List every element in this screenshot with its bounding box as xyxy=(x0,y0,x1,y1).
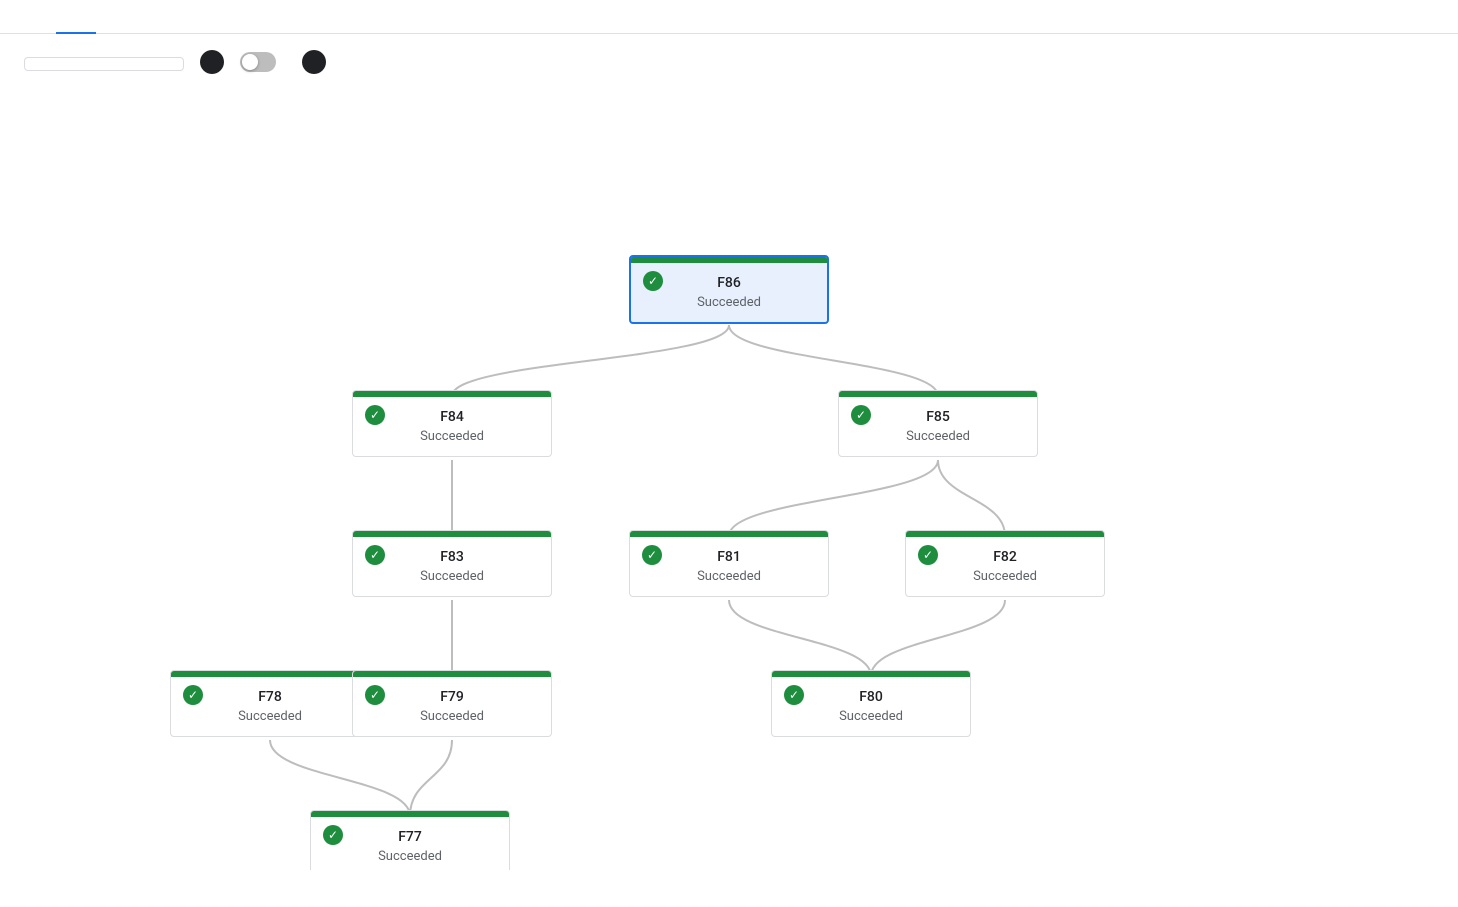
node-status: Succeeded xyxy=(839,709,903,724)
connector-F85-F81 xyxy=(729,460,938,536)
node-body: ✓ F84 Succeeded xyxy=(353,397,551,456)
connectors-svg xyxy=(0,90,1458,870)
connector-F79-F77 xyxy=(410,740,452,816)
node-status: Succeeded xyxy=(420,429,484,444)
success-icon: ✓ xyxy=(365,405,385,425)
node-body: ✓ F83 Succeeded xyxy=(353,537,551,596)
toolbar xyxy=(0,34,1458,90)
node-f78[interactable]: ✓ F78 Succeeded xyxy=(170,670,370,737)
node-title: F83 xyxy=(440,549,464,565)
connector-F85-F82 xyxy=(938,460,1005,536)
node-body: ✓ F80 Succeeded xyxy=(772,677,970,736)
tab-execution-details[interactable] xyxy=(56,0,96,34)
node-body: ✓ F85 Succeeded xyxy=(839,397,1037,456)
node-f81[interactable]: ✓ F81 Succeeded xyxy=(629,530,829,597)
node-f85[interactable]: ✓ F85 Succeeded xyxy=(838,390,1038,457)
graph-view-select[interactable] xyxy=(24,57,184,71)
node-title: F86 xyxy=(717,275,741,291)
success-icon: ✓ xyxy=(183,685,203,705)
connector-F86-F84 xyxy=(452,325,729,396)
node-body: ✓ F82 Succeeded xyxy=(906,537,1104,596)
node-status: Succeeded xyxy=(697,295,761,310)
connector-F78-F77 xyxy=(270,740,410,816)
node-title: F80 xyxy=(859,689,883,705)
node-f86[interactable]: ✓ F86 Succeeded xyxy=(629,255,829,324)
success-icon: ✓ xyxy=(365,545,385,565)
node-f79[interactable]: ✓ F79 Succeeded xyxy=(352,670,552,737)
node-title: F84 xyxy=(440,409,464,425)
connector-F86-F85 xyxy=(729,325,938,396)
success-icon: ✓ xyxy=(365,685,385,705)
node-body: ✓ F77 Succeeded xyxy=(311,817,509,870)
node-status: Succeeded xyxy=(973,569,1037,584)
node-status: Succeeded xyxy=(906,429,970,444)
critical-path-group xyxy=(240,52,286,72)
graph-area: ✓ F86 Succeeded ✓ F84 Succeeded ✓ F85 Su… xyxy=(0,90,1458,870)
tab-job-metrics[interactable] xyxy=(96,0,136,34)
success-icon: ✓ xyxy=(643,271,663,291)
node-body: ✓ F78 Succeeded xyxy=(171,677,369,736)
node-title: F77 xyxy=(398,829,422,845)
success-icon: ✓ xyxy=(918,545,938,565)
critical-path-help-icon[interactable] xyxy=(302,50,326,74)
critical-path-toggle[interactable] xyxy=(240,52,276,72)
connector-F82-F80 xyxy=(871,600,1005,676)
node-f80[interactable]: ✓ F80 Succeeded xyxy=(771,670,971,737)
graph-view-help-icon[interactable] xyxy=(200,50,224,74)
node-status: Succeeded xyxy=(378,849,442,864)
node-status: Succeeded xyxy=(420,569,484,584)
node-title: F85 xyxy=(926,409,950,425)
node-title: F78 xyxy=(258,689,282,705)
node-f82[interactable]: ✓ F82 Succeeded xyxy=(905,530,1105,597)
node-body: ✓ F79 Succeeded xyxy=(353,677,551,736)
node-f77[interactable]: ✓ F77 Succeeded xyxy=(310,810,510,870)
node-body: ✓ F86 Succeeded xyxy=(631,263,827,322)
graph-view-group xyxy=(24,53,184,71)
node-title: F81 xyxy=(717,549,741,565)
connector-F81-F80 xyxy=(729,600,871,676)
success-icon: ✓ xyxy=(323,825,343,845)
node-status: Succeeded xyxy=(697,569,761,584)
node-status: Succeeded xyxy=(420,709,484,724)
node-title: F79 xyxy=(440,689,464,705)
node-f83[interactable]: ✓ F83 Succeeded xyxy=(352,530,552,597)
success-icon: ✓ xyxy=(784,685,804,705)
tab-job-graph[interactable] xyxy=(16,0,56,34)
success-icon: ✓ xyxy=(642,545,662,565)
node-status: Succeeded xyxy=(238,709,302,724)
node-title: F82 xyxy=(993,549,1017,565)
tab-bar xyxy=(0,0,1458,34)
success-icon: ✓ xyxy=(851,405,871,425)
node-body: ✓ F81 Succeeded xyxy=(630,537,828,596)
node-f84[interactable]: ✓ F84 Succeeded xyxy=(352,390,552,457)
